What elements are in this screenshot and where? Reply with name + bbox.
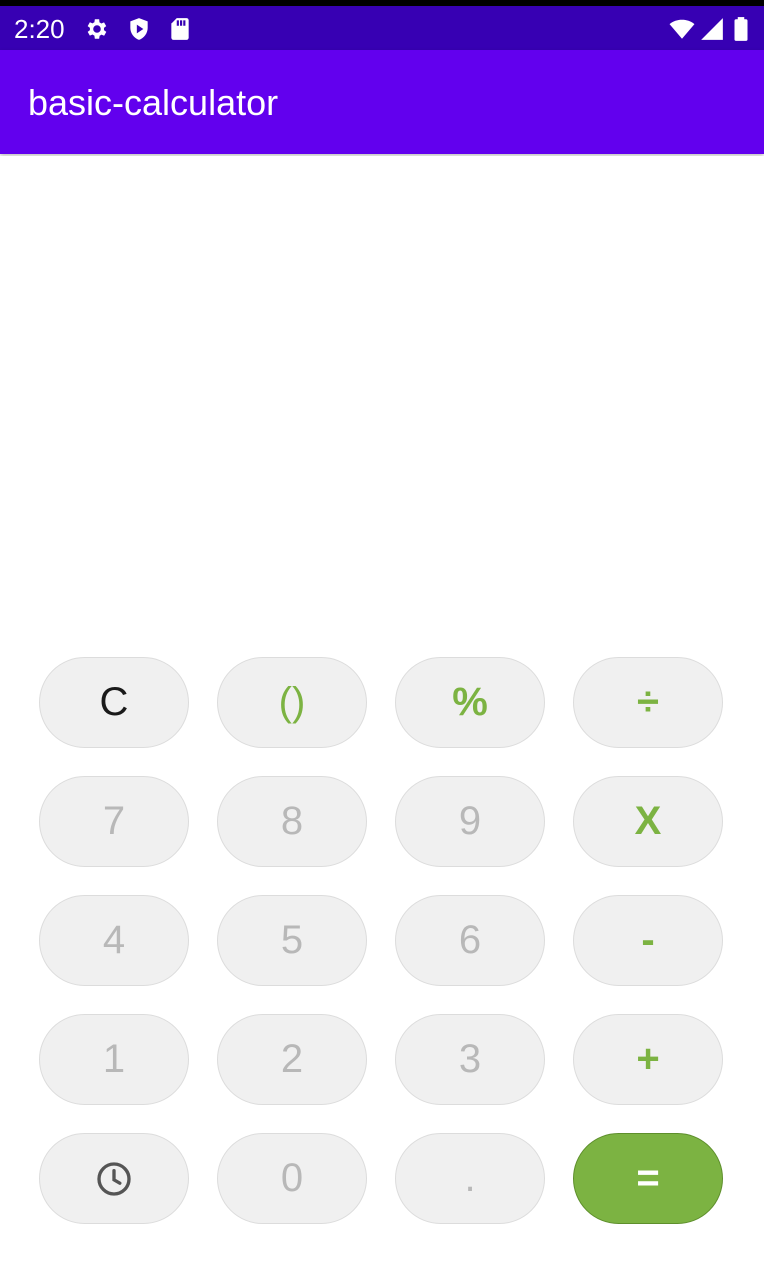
equals-button[interactable]: =	[573, 1133, 723, 1224]
digit-6-button[interactable]: 6	[395, 895, 545, 986]
shield-icon	[130, 18, 148, 40]
wifi-icon	[669, 19, 695, 39]
digit-3-button[interactable]: 3	[395, 1014, 545, 1105]
decimal-button[interactable]: .	[395, 1133, 545, 1224]
calculator-display	[0, 156, 764, 646]
multiply-button[interactable]: X	[573, 776, 723, 867]
history-icon	[97, 1161, 131, 1196]
digit-7-button[interactable]: 7	[39, 776, 189, 867]
digit-8-button[interactable]: 8	[217, 776, 367, 867]
battery-icon	[734, 17, 748, 41]
gear-icon	[87, 19, 107, 39]
digit-5-button[interactable]: 5	[217, 895, 367, 986]
parentheses-button[interactable]: ()	[217, 657, 367, 748]
clear-button[interactable]: C	[39, 657, 189, 748]
signal-icon	[701, 18, 723, 40]
subtract-button[interactable]: -	[573, 895, 723, 986]
digit-4-button[interactable]: 4	[39, 895, 189, 986]
add-button[interactable]: +	[573, 1014, 723, 1105]
digit-1-button[interactable]: 1	[39, 1014, 189, 1105]
digit-9-button[interactable]: 9	[395, 776, 545, 867]
history-button[interactable]	[39, 1133, 189, 1224]
sd-card-icon	[171, 18, 189, 40]
app-bar: basic-calculator	[0, 50, 764, 154]
digit-0-button[interactable]: 0	[217, 1133, 367, 1224]
divide-button[interactable]: ÷	[573, 657, 723, 748]
percent-button[interactable]: %	[395, 657, 545, 748]
keypad: C () % ÷ 7 8 9 X 4 5 6 - 1 2 3 + 0 . =	[39, 657, 725, 1227]
status-time: 2:20	[14, 14, 65, 44]
digit-2-button[interactable]: 2	[217, 1014, 367, 1105]
app-title: basic-calculator	[28, 82, 279, 123]
status-bar: 2:20	[0, 6, 764, 50]
